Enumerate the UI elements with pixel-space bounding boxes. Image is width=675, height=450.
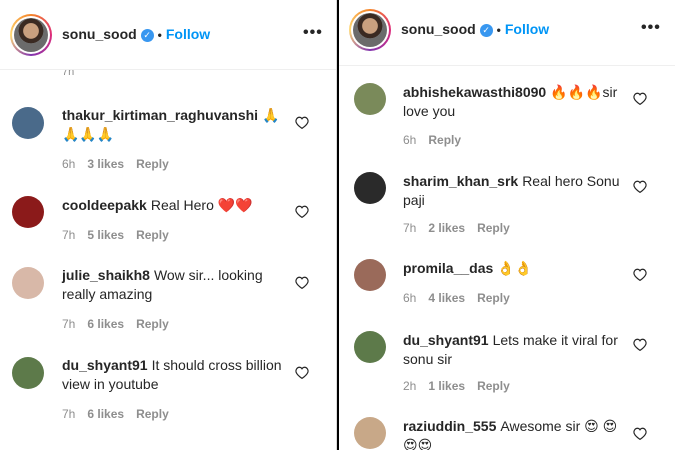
- comment-meta: 6h 4 likes Reply: [403, 291, 522, 305]
- right-comments-panel: sonu_sood ✓ • Follow ••• abhishekawasthi809…: [339, 0, 675, 450]
- comment-text: cooldeepakk Real Hero ❤️❤️: [62, 196, 287, 215]
- comment-item: du_shyant91 It should cross billion view …: [0, 350, 336, 430]
- comment-text: du_shyant91 It should cross billion view …: [62, 356, 287, 394]
- commenter-avatar[interactable]: [354, 172, 386, 204]
- comment-meta: 7h 2 likes Reply: [403, 221, 522, 235]
- comment-item: du_shyant91 Lets make it viral for sonu s…: [339, 326, 675, 406]
- reply-button[interactable]: Reply: [136, 228, 169, 242]
- comment-likes[interactable]: 4 likes: [428, 291, 465, 305]
- comment-username[interactable]: promila__das: [403, 260, 493, 276]
- comment-item: abhishekawasthi8090 🔥🔥🔥sir love you 6h Rep…: [339, 78, 675, 158]
- like-heart-icon[interactable]: [295, 116, 309, 129]
- comment-likes[interactable]: 1 likes: [428, 379, 465, 393]
- comment-username[interactable]: du_shyant91: [62, 357, 148, 373]
- comment-time: 7h: [62, 317, 76, 331]
- like-heart-icon[interactable]: [295, 366, 309, 379]
- like-heart-icon[interactable]: [295, 276, 309, 289]
- comment-time: 7h: [62, 228, 76, 242]
- comment-time: 7h: [403, 221, 417, 235]
- more-options-icon[interactable]: •••: [303, 24, 323, 42]
- more-options-icon[interactable]: •••: [641, 19, 661, 37]
- comment-text: raziuddin_555 Awesome sir 😍 😍😍😍: [403, 417, 628, 450]
- comment-username[interactable]: du_shyant91: [403, 332, 489, 348]
- comment-likes[interactable]: 3 likes: [87, 157, 124, 171]
- comment-meta: 7h 5 likes Reply: [62, 228, 181, 242]
- comment-time: 6h: [62, 157, 76, 171]
- comment-text: abhishekawasthi8090 🔥🔥🔥sir love you: [403, 83, 628, 121]
- comment-item: promila__das 👌👌 6h 4 likes Reply: [339, 256, 675, 316]
- verified-badge-icon: ✓: [479, 24, 493, 37]
- reply-button[interactable]: Reply: [136, 317, 169, 331]
- profile-name-row: sonu_sood ✓ • Follow: [62, 26, 210, 42]
- reply-button[interactable]: Reply: [477, 379, 510, 393]
- profile-avatar[interactable]: [10, 14, 52, 56]
- comment-username[interactable]: cooldeepakk: [62, 197, 147, 213]
- post-header: sonu_sood ✓ • Follow •••: [339, 0, 675, 66]
- comment-likes[interactable]: 5 likes: [87, 228, 124, 242]
- comment-text: du_shyant91 Lets make it viral for sonu s…: [403, 331, 628, 369]
- commenter-avatar[interactable]: [12, 357, 44, 389]
- comment-item: sharim_khan_srk Real hero Sonu paji 7h 2 l…: [339, 167, 675, 247]
- comment-meta: 6h 3 likes Reply: [62, 157, 181, 171]
- profile-username[interactable]: sonu_sood: [401, 21, 476, 37]
- comment-text: sharim_khan_srk Real hero Sonu paji: [403, 172, 628, 210]
- profile-avatar[interactable]: [349, 9, 391, 51]
- comment-meta: 7h 6 likes Reply: [62, 317, 181, 331]
- like-heart-icon[interactable]: [633, 92, 647, 105]
- comment-username[interactable]: julie_shaikh8: [62, 267, 150, 283]
- commenter-avatar[interactable]: [354, 83, 386, 115]
- comment-time: 6h: [403, 133, 417, 147]
- commenter-avatar[interactable]: [12, 107, 44, 139]
- comment-username[interactable]: abhishekawasthi8090: [403, 84, 546, 100]
- separator-dot: •: [496, 23, 501, 37]
- comment-meta: 2h 1 likes Reply: [403, 379, 522, 393]
- like-heart-icon[interactable]: [633, 180, 647, 193]
- reply-button[interactable]: Reply: [477, 221, 510, 235]
- reply-button[interactable]: Reply: [428, 133, 461, 147]
- comment-time: 6h: [403, 291, 417, 305]
- comment-content: 👌👌: [497, 260, 533, 276]
- separator-dot: •: [157, 28, 162, 42]
- like-heart-icon[interactable]: [295, 205, 309, 218]
- commenter-avatar[interactable]: [12, 196, 44, 228]
- comment-item: julie_shaikh8 Wow sir... looking really a…: [0, 260, 336, 340]
- comment-meta: 7h 6 likes Reply: [62, 407, 181, 421]
- reply-button[interactable]: Reply: [477, 291, 510, 305]
- follow-button[interactable]: Follow: [166, 26, 210, 42]
- reply-button[interactable]: Reply: [136, 157, 169, 171]
- commenter-avatar[interactable]: [354, 331, 386, 363]
- comment-item: cooldeepakk Real Hero ❤️❤️ 7h 5 likes Reply: [0, 190, 336, 250]
- profile-name-row: sonu_sood ✓ • Follow: [401, 21, 549, 37]
- like-heart-icon[interactable]: [633, 427, 647, 440]
- comment-username[interactable]: thakur_kirtiman_raghuvanshi: [62, 107, 258, 123]
- comment-item: thakur_kirtiman_raghuvanshi 🙏 🙏🙏🙏 6h 3 lik…: [0, 100, 336, 180]
- commenter-avatar[interactable]: [354, 259, 386, 291]
- comment-content: Real Hero ❤️❤️: [150, 197, 253, 213]
- comment-text: julie_shaikh8 Wow sir... looking really a…: [62, 266, 287, 304]
- comment-meta: 6h Reply: [403, 133, 473, 147]
- comment-likes[interactable]: 6 likes: [87, 317, 124, 331]
- like-heart-icon[interactable]: [633, 268, 647, 281]
- comment-likes[interactable]: 2 likes: [428, 221, 465, 235]
- comment-username[interactable]: raziuddin_555: [403, 418, 496, 434]
- follow-button[interactable]: Follow: [505, 21, 549, 37]
- post-header: sonu_sood ✓ • Follow •••: [0, 0, 336, 70]
- reply-button[interactable]: Reply: [136, 407, 169, 421]
- comment-username[interactable]: sharim_khan_srk: [403, 173, 518, 189]
- comment-time: 2h: [403, 379, 417, 393]
- commenter-avatar[interactable]: [354, 417, 386, 449]
- comment-item: raziuddin_555 Awesome sir 😍 😍😍😍: [339, 414, 675, 450]
- comment-time: 7h: [62, 407, 76, 421]
- profile-username[interactable]: sonu_sood: [62, 26, 137, 42]
- comment-likes[interactable]: 6 likes: [87, 407, 124, 421]
- comment-text: thakur_kirtiman_raghuvanshi 🙏 🙏🙏🙏: [62, 106, 287, 144]
- like-heart-icon[interactable]: [633, 338, 647, 351]
- left-comments-panel: sonu_sood ✓ • Follow ••• 7h thakur_kirtiman…: [0, 0, 337, 450]
- verified-badge-icon: ✓: [140, 29, 154, 42]
- comment-text: promila__das 👌👌: [403, 259, 628, 278]
- commenter-avatar[interactable]: [12, 267, 44, 299]
